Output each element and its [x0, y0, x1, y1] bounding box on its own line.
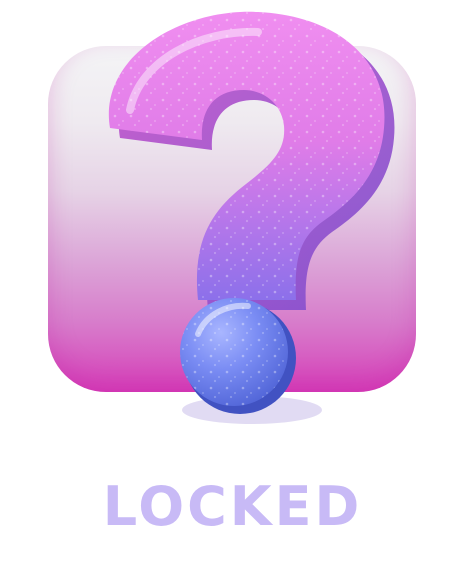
status-label: LOCKED — [102, 475, 363, 538]
question-mark-icon — [108, 11, 395, 424]
locked-level-card[interactable]: LOCKED — [0, 0, 465, 572]
